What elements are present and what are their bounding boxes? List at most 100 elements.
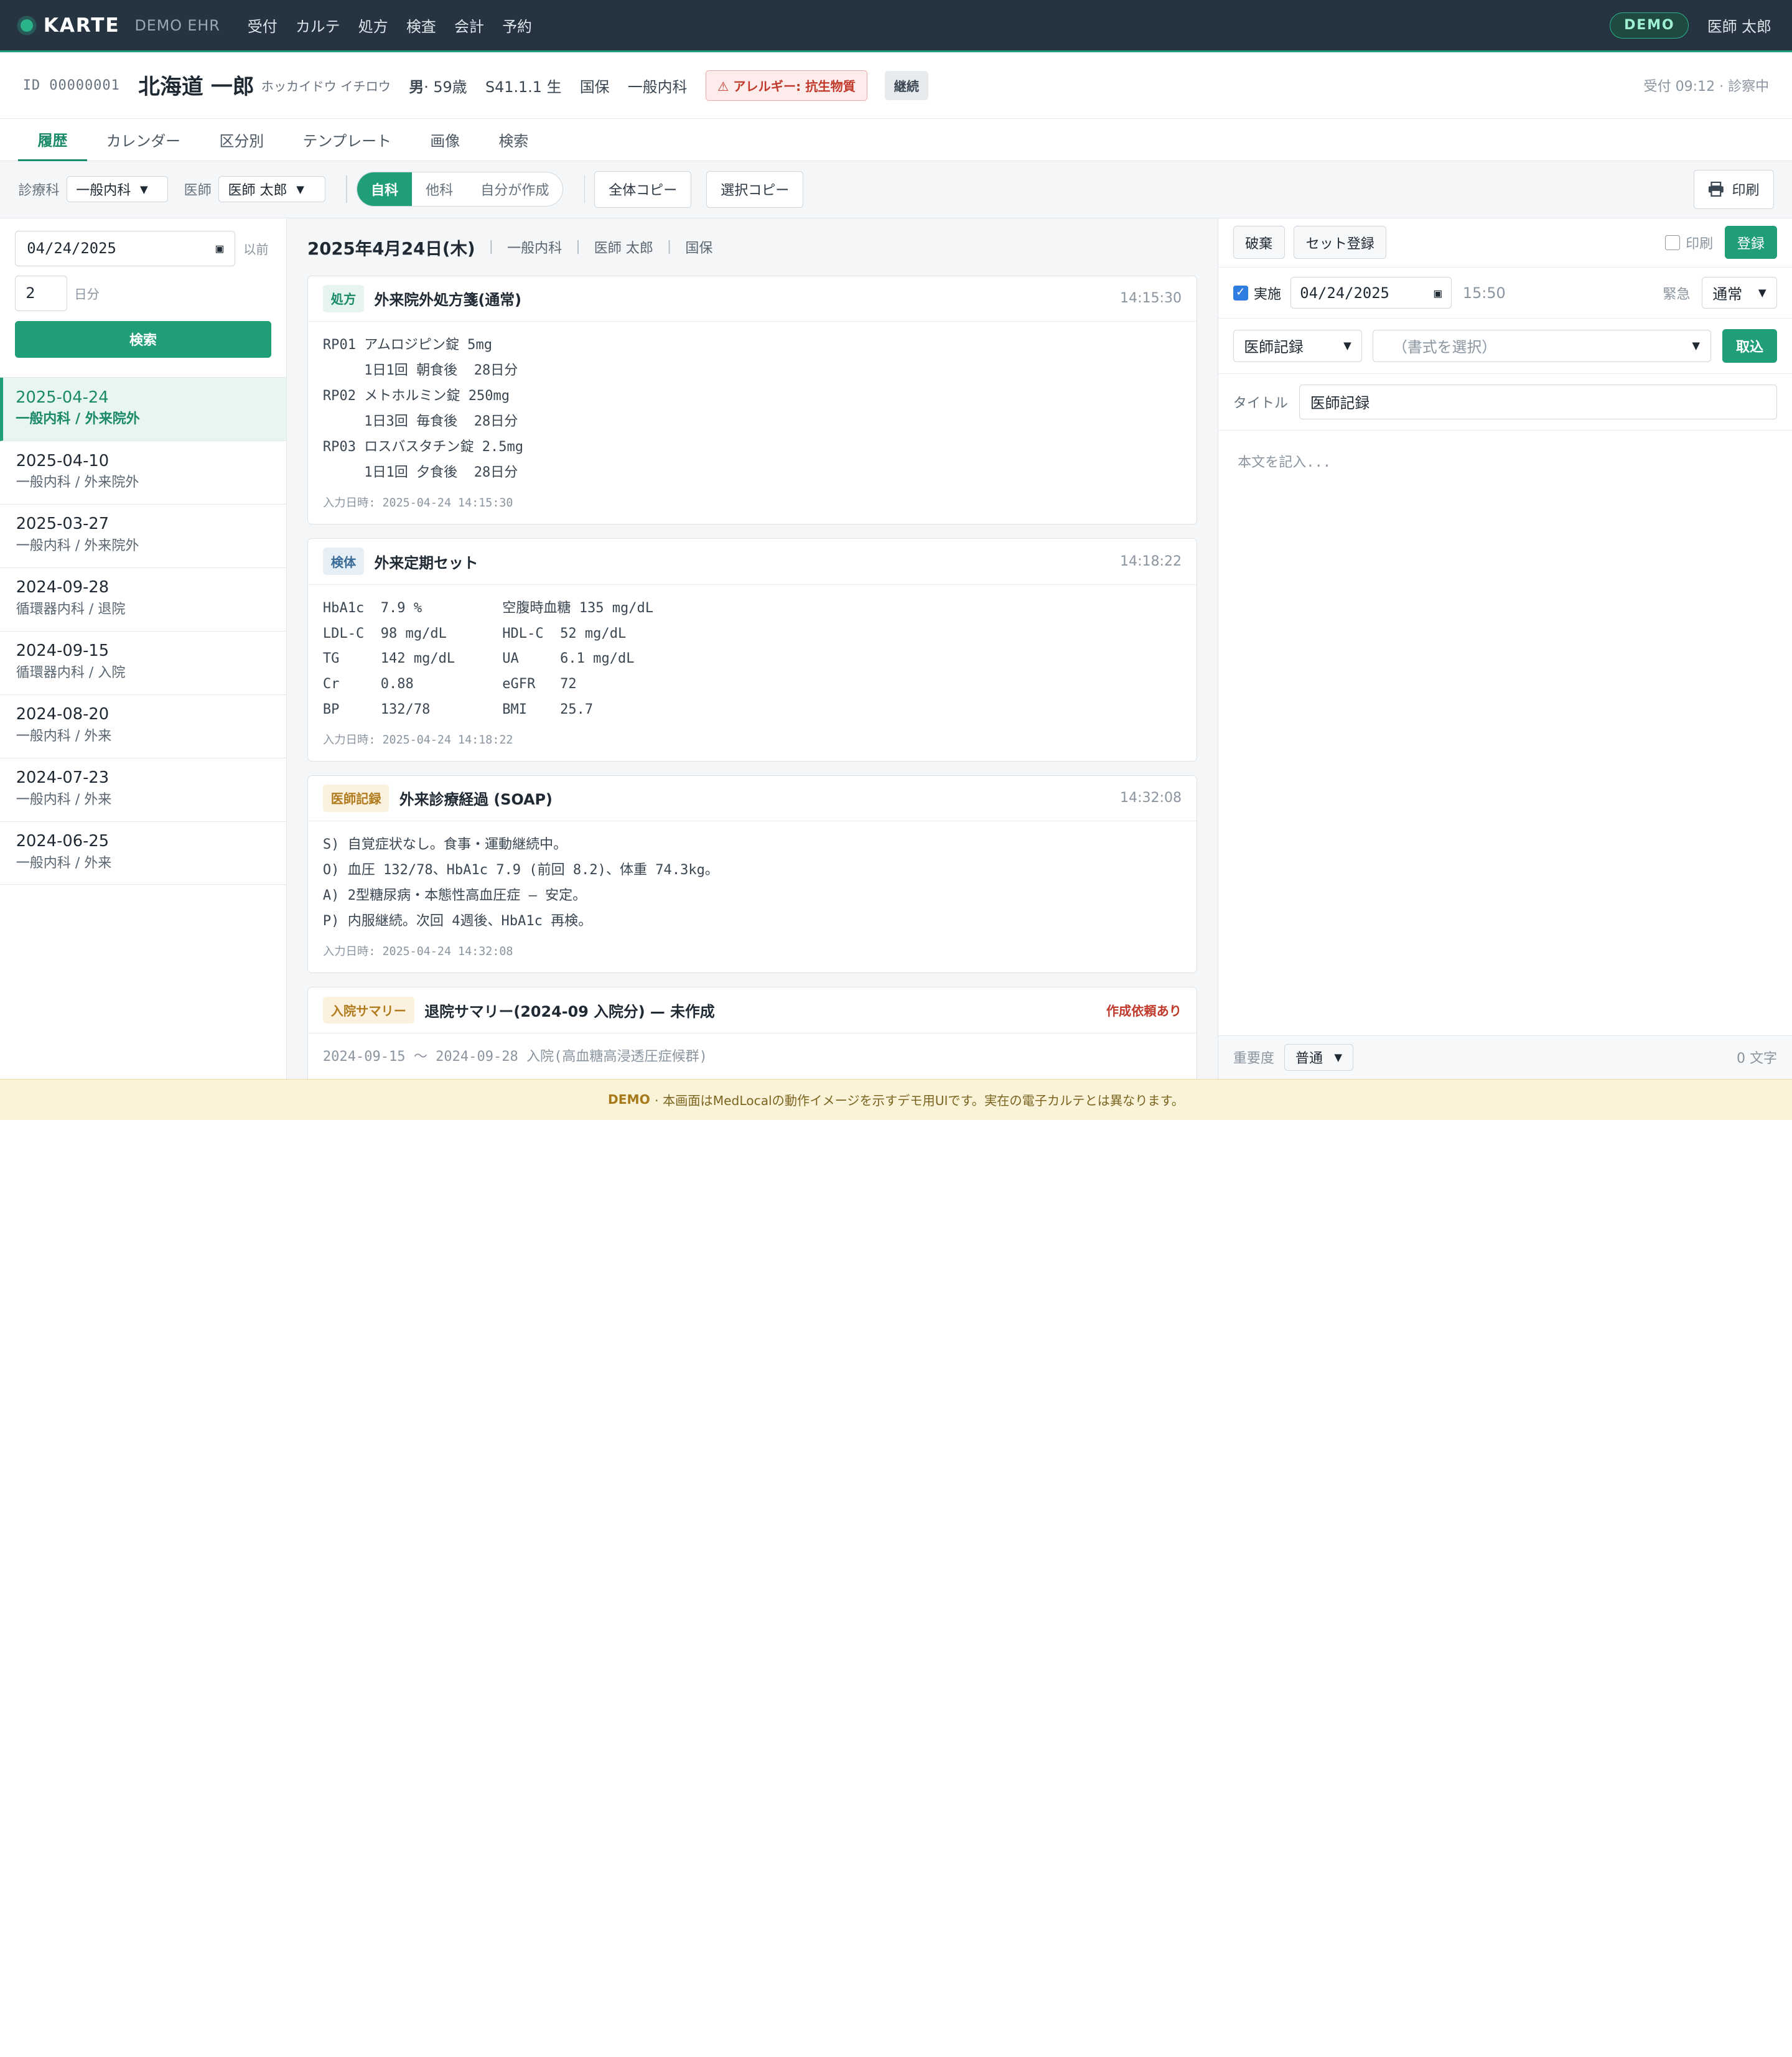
department-select[interactable]: 一般内科 ▼ xyxy=(66,176,168,203)
urgency-select-value: 通常 xyxy=(1712,286,1743,304)
visit-item[interactable]: 2024-09-28 循環器内科 / 退院 xyxy=(0,568,286,632)
nav-prescription[interactable]: 処方 xyxy=(358,14,388,36)
visit-list: 2025-04-24 一般内科 / 外来院外 2025-04-10 一般内科 /… xyxy=(0,377,286,885)
importance-select[interactable]: 普通 ▼ xyxy=(1284,1044,1353,1071)
urgency-select[interactable]: 通常 ▼ xyxy=(1701,276,1778,309)
tab-history[interactable]: 履歴 xyxy=(18,119,87,161)
visit-item[interactable]: 2025-04-24 一般内科 / 外来院外 xyxy=(0,378,286,441)
set-register-button[interactable]: セット登録 xyxy=(1294,226,1387,259)
soap-card[interactable]: 医師記録 外来診療経過 (SOAP) 14:32:08 S) 自覚症状なし。食事… xyxy=(307,775,1197,974)
nav-lab[interactable]: 検査 xyxy=(406,14,436,36)
summary-line: 2024-09-15 〜 2024-09-28 入院(高血糖高浸透圧症候群) xyxy=(322,1048,707,1065)
category-tag: 検体 xyxy=(322,548,364,576)
day-doctor: 医師 太郎 xyxy=(594,240,653,256)
tab-calendar[interactable]: カレンダー xyxy=(87,119,200,161)
patient-name: 北海道 一郎 xyxy=(138,75,254,100)
lab-result: TG 142 mg/dL xyxy=(322,651,455,667)
doctor-select[interactable]: 医師 太郎 ▼ xyxy=(218,176,326,203)
visit-sub: 循環器内科 / 退院 xyxy=(16,602,126,618)
patient-dob: S41.1.1 生 xyxy=(485,78,562,96)
history-sidebar: 04/24/2025 ▣ 以前 2 日分 検索 2025-04-24 一般内科 … xyxy=(0,218,287,1079)
discard-button[interactable]: 破棄 xyxy=(1233,226,1285,259)
visit-date: 2024-06-25 xyxy=(16,832,110,851)
calendar-icon[interactable]: ▣ xyxy=(1434,286,1442,301)
patient-id: ID 00000001 xyxy=(22,77,120,93)
days-count-input[interactable]: 2 xyxy=(14,275,68,311)
user-menu[interactable]: 医師 太郎 xyxy=(1707,14,1771,36)
card-body: S) 自覚症状なし。食事・運動継続中。 O) 血圧 132/78、HbA1c 7… xyxy=(308,821,1197,973)
prescription-card[interactable]: 処方 外来院外処方箋(通常) 14:15:30 RP01 アムロジピン錠 5mg… xyxy=(307,275,1197,525)
history-search-button[interactable]: 検索 xyxy=(14,321,272,358)
doctor-label: 医師 xyxy=(184,183,212,199)
record-date-input[interactable]: 04/24/2025 ▣ xyxy=(1290,276,1452,309)
copy-all-button[interactable]: 全体コピー xyxy=(594,170,692,208)
rx-line: 1日3回 毎食後 28日分 xyxy=(322,414,518,430)
visit-sub: 一般内科 / 外来院外 xyxy=(16,411,140,427)
app: KARTE DEMO EHR 受付 カルテ 処方 検査 会計 予約 DEMO 医… xyxy=(0,0,1792,1120)
print-checkbox[interactable] xyxy=(1665,235,1680,250)
lab-result: eGFR 72 xyxy=(502,676,577,693)
lab-result: HDL-C 52 mg/dL xyxy=(502,625,627,641)
topbar-right: DEMO 医師 太郎 xyxy=(1610,12,1771,39)
chevron-down-icon: ▼ xyxy=(296,183,304,195)
tab-images[interactable]: 画像 xyxy=(411,119,479,161)
day-meta-separator: | xyxy=(576,239,581,255)
patient-bar: ID 00000001 北海道 一郎 ホッカイドウ イチロウ 男· 59歳 S4… xyxy=(0,52,1792,119)
lab-card[interactable]: 検体 外来定期セット 14:18:22 HbA1c 7.9 % 空腹時血糖 13… xyxy=(307,538,1197,762)
card-body: RP01 アムロジピン錠 5mg 1日1回 朝食後 28日分 RP02 メトホル… xyxy=(308,322,1197,524)
title-label: タイトル xyxy=(1233,395,1288,411)
done-checkbox[interactable]: ✓ xyxy=(1233,285,1248,301)
visit-date: 2024-08-20 xyxy=(16,705,110,724)
history-date-input[interactable]: 04/24/2025 ▣ xyxy=(14,231,236,266)
visit-item[interactable]: 2024-09-15 循環器内科 / 入院 xyxy=(0,632,286,695)
template-select[interactable]: （書式を選択） ▼ xyxy=(1372,330,1711,362)
nav-billing[interactable]: 会計 xyxy=(454,14,484,36)
count-row: 2 日分 xyxy=(14,275,271,311)
scope-created-by-me[interactable]: 自分が作成 xyxy=(467,172,562,206)
lab-result: UA 6.1 mg/dL xyxy=(502,651,635,667)
card-header: 処方 外来院外処方箋(通常) 14:15:30 xyxy=(308,276,1197,322)
patient-age: · 59歳 xyxy=(424,78,467,96)
visit-item[interactable]: 2024-06-25 一般内科 / 外来 xyxy=(0,822,286,885)
card-header: 入院サマリー 退院サマリー(2024-09 入院分) — 未作成 作成依頼あり xyxy=(308,987,1197,1033)
calendar-icon[interactable]: ▣ xyxy=(216,241,223,256)
lab-result: BMI 25.7 xyxy=(502,701,594,717)
nav-appointment[interactable]: 予約 xyxy=(502,14,532,36)
title-input[interactable]: 医師記録 xyxy=(1299,384,1778,420)
record-body-textarea[interactable]: 本文を記入... xyxy=(1218,431,1792,492)
editor-meta-row: ✓ 実施 04/24/2025 ▣ 15:50 緊急 通常 ▼ xyxy=(1218,268,1792,319)
visit-item[interactable]: 2024-08-20 一般内科 / 外来 xyxy=(0,695,286,758)
soap-line: O) 血圧 132/78、HbA1c 7.9 (前回 8.2)、体重 74.3k… xyxy=(322,862,719,879)
scope-own-dept[interactable]: 自科 xyxy=(357,172,413,207)
scope-other-dept[interactable]: 他科 xyxy=(412,172,467,206)
printer-icon xyxy=(1708,182,1724,197)
tab-search[interactable]: 検索 xyxy=(479,119,548,161)
demo-badge: DEMO xyxy=(1610,12,1689,39)
visit-item[interactable]: 2025-04-10 一般内科 / 外来院外 xyxy=(0,441,286,505)
visit-item[interactable]: 2025-03-27 一般内科 / 外来院外 xyxy=(0,505,286,568)
category-tag: 医師記録 xyxy=(322,784,390,812)
nav-reception[interactable]: 受付 xyxy=(248,14,278,36)
doctor-select-value: 医師 太郎 xyxy=(228,183,287,199)
brand-logo[interactable]: KARTE xyxy=(44,14,120,37)
template-select-placeholder: （書式を選択） xyxy=(1393,338,1497,357)
nav-chart[interactable]: カルテ xyxy=(296,14,340,36)
tab-template[interactable]: テンプレート xyxy=(283,119,411,161)
visit-item[interactable]: 2024-07-23 一般内科 / 外来 xyxy=(0,758,286,822)
rx-line: 1日1回 夕食後 28日分 xyxy=(322,465,518,481)
copy-selected-button[interactable]: 選択コピー xyxy=(706,170,804,208)
record-type-select[interactable]: 医師記録 ▼ xyxy=(1233,330,1363,362)
patient-department: 一般内科 xyxy=(627,78,688,96)
top-bar: KARTE DEMO EHR 受付 カルテ 処方 検査 会計 予約 DEMO 医… xyxy=(0,0,1792,53)
lab-result: BP 132/78 xyxy=(322,701,431,717)
visit-date: 2025-03-27 xyxy=(16,515,110,534)
tab-category[interactable]: 区分別 xyxy=(200,119,283,161)
discharge-summary-card[interactable]: 入院サマリー 退院サマリー(2024-09 入院分) — 未作成 作成依頼あり … xyxy=(307,987,1197,1079)
import-button[interactable]: 取込 xyxy=(1722,329,1778,363)
print-button[interactable]: 印刷 xyxy=(1693,170,1774,209)
day-department: 一般内科 xyxy=(507,240,562,256)
top-nav: 受付 カルテ 処方 検査 会計 予約 xyxy=(248,14,550,36)
toolbar-divider xyxy=(584,175,586,203)
patient-insurance: 国保 xyxy=(579,78,610,96)
register-button[interactable]: 登録 xyxy=(1724,226,1778,259)
